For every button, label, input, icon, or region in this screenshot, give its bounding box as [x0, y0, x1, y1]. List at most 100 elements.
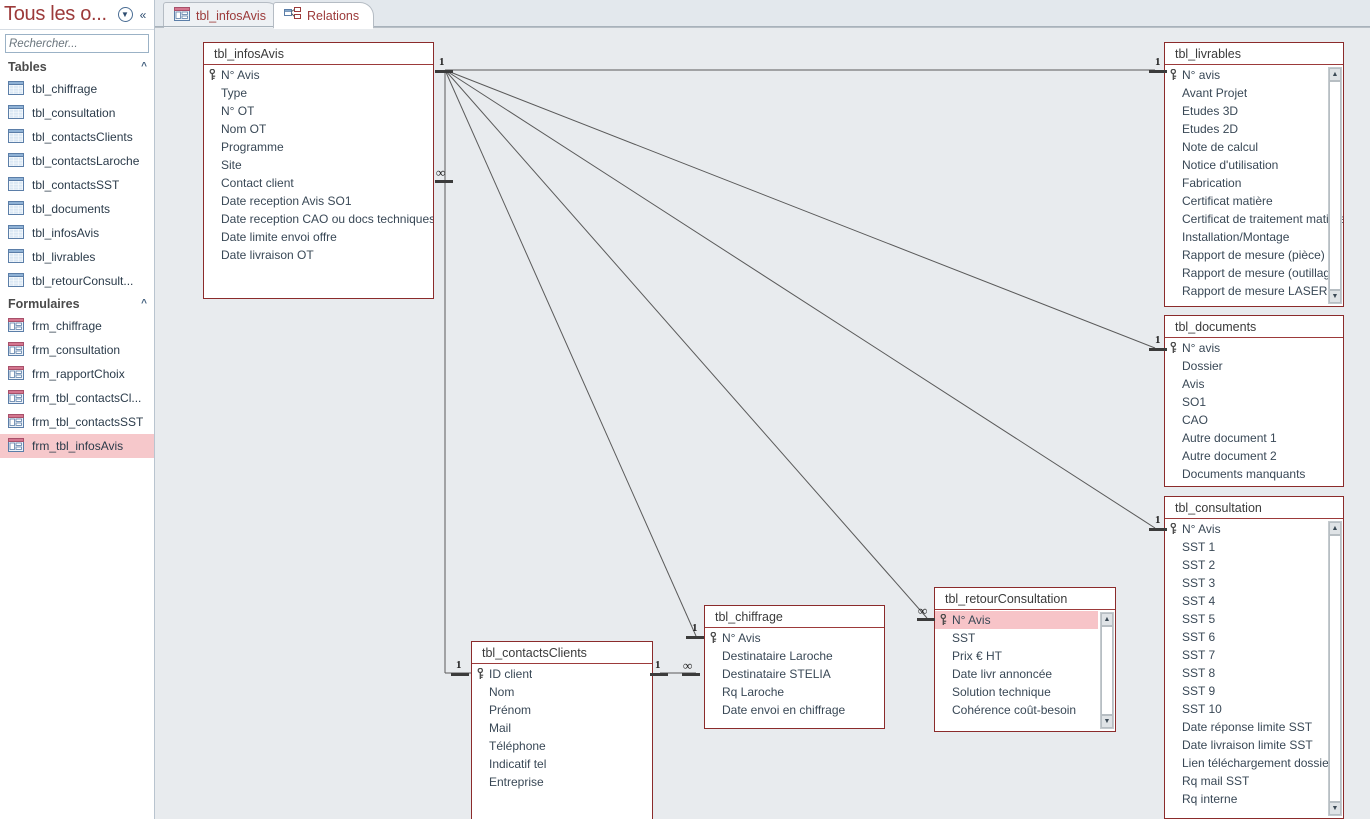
- field-row[interactable]: Certificat de traitement matière: [1165, 210, 1343, 228]
- scroll-down-icon[interactable]: ▼: [1101, 715, 1113, 728]
- nav-form-frm-consultation[interactable]: frm_consultation: [0, 338, 154, 362]
- nav-table-tbl-livrables[interactable]: tbl_livrables: [0, 245, 154, 269]
- scrollbar-track[interactable]: [1101, 626, 1113, 715]
- field-row[interactable]: SST: [935, 629, 1115, 647]
- field-row[interactable]: N° avis: [1165, 66, 1343, 84]
- field-row[interactable]: Site: [204, 156, 433, 174]
- table-box-scrollbar[interactable]: ▲ ▼: [1328, 521, 1342, 816]
- field-row[interactable]: Rq interne: [1165, 790, 1343, 808]
- relationship-line-infosAvis-consultation[interactable]: [444, 69, 1156, 529]
- relationships-canvas[interactable]: tbl_infosAvis N° Avis Type N° OT Nom OT Progr…: [155, 28, 1370, 819]
- field-row[interactable]: Certificat matière: [1165, 192, 1343, 210]
- field-row[interactable]: Date envoi en chiffrage: [705, 701, 884, 719]
- scrollbar-track[interactable]: [1329, 81, 1341, 290]
- field-row[interactable]: SST 7: [1165, 646, 1343, 664]
- field-row[interactable]: Dossier: [1165, 357, 1343, 375]
- field-row[interactable]: Date réponse limite SST: [1165, 718, 1343, 736]
- table-box-title[interactable]: tbl_contactsClients: [472, 642, 652, 664]
- field-row[interactable]: Cohérence coût-besoin: [935, 701, 1115, 719]
- field-row[interactable]: Notice d'utilisation: [1165, 156, 1343, 174]
- table-box-tbl_infosAvis[interactable]: tbl_infosAvis N° Avis Type N° OT Nom OT Progr…: [203, 42, 434, 299]
- field-row[interactable]: SST 8: [1165, 664, 1343, 682]
- table-box-title[interactable]: tbl_documents: [1165, 316, 1343, 338]
- table-box-tbl_consultation[interactable]: tbl_consultation N° Avis SST 1 SST 2 SST 3 SS…: [1164, 496, 1344, 819]
- tab-relations[interactable]: Relations: [273, 2, 375, 29]
- table-box-title[interactable]: tbl_retourConsultation: [935, 588, 1115, 610]
- field-row[interactable]: SST 9: [1165, 682, 1343, 700]
- table-box-scrollbar[interactable]: ▲ ▼: [1328, 67, 1342, 304]
- scroll-down-icon[interactable]: ▼: [1329, 290, 1341, 303]
- field-row[interactable]: N° Avis: [1165, 520, 1343, 538]
- scroll-up-icon[interactable]: ▲: [1101, 613, 1113, 626]
- table-box-scrollbar[interactable]: ▲ ▼: [1100, 612, 1114, 729]
- tab-tbl-infosavis[interactable]: tbl_infosAvis: [163, 2, 281, 28]
- scrollbar-thumb[interactable]: [1329, 81, 1341, 290]
- field-row[interactable]: Nom: [472, 683, 652, 701]
- table-box-title[interactable]: tbl_chiffrage: [705, 606, 884, 628]
- field-row[interactable]: ID client: [472, 665, 652, 683]
- nav-form-frm-chiffrage[interactable]: frm_chiffrage: [0, 314, 154, 338]
- nav-form-frm-tbl-contactssst[interactable]: frm_tbl_contactsSST: [0, 410, 154, 434]
- field-row[interactable]: Date reception CAO ou docs techniques: [204, 210, 433, 228]
- nav-form-frm-tbl-contactscl-[interactable]: frm_tbl_contactsCl...: [0, 386, 154, 410]
- field-row[interactable]: SST 2: [1165, 556, 1343, 574]
- table-box-tbl_retourConsultation[interactable]: tbl_retourConsultation N° Avis SST Prix € H…: [934, 587, 1116, 732]
- table-box-title[interactable]: tbl_livrables: [1165, 43, 1343, 65]
- field-row[interactable]: Fabrication: [1165, 174, 1343, 192]
- field-row[interactable]: Autre document 2: [1165, 447, 1343, 465]
- field-row[interactable]: Date livraison limite SST: [1165, 736, 1343, 754]
- nav-form-frm-rapportchoix[interactable]: frm_rapportChoix: [0, 362, 154, 386]
- field-row[interactable]: Rapport de mesure (pièce): [1165, 246, 1343, 264]
- field-row[interactable]: Rq mail SST: [1165, 772, 1343, 790]
- chevron-down-circle-icon[interactable]: ▼: [116, 6, 134, 24]
- field-row[interactable]: SST 6: [1165, 628, 1343, 646]
- scrollbar-thumb[interactable]: [1329, 535, 1341, 802]
- nav-table-tbl-infosavis[interactable]: tbl_infosAvis: [0, 221, 154, 245]
- field-row[interactable]: SO1: [1165, 393, 1343, 411]
- field-row[interactable]: SST 10: [1165, 700, 1343, 718]
- field-row[interactable]: Lien téléchargement dossier: [1165, 754, 1343, 772]
- field-row[interactable]: Date livraison OT: [204, 246, 433, 264]
- table-box-tbl_documents[interactable]: tbl_documents N° avis Dossier Avis SO1 CAO Aut…: [1164, 315, 1344, 487]
- field-row[interactable]: Documents manquants: [1165, 465, 1343, 483]
- chevron-up-icon[interactable]: ^: [141, 298, 147, 309]
- field-row[interactable]: Avis: [1165, 375, 1343, 393]
- search-input[interactable]: [6, 35, 167, 52]
- field-row[interactable]: Destinataire STELIA: [705, 665, 884, 683]
- scrollbar-thumb[interactable]: [1101, 626, 1113, 715]
- double-chevron-left-icon[interactable]: «: [134, 6, 152, 24]
- scroll-up-icon[interactable]: ▲: [1329, 522, 1341, 535]
- field-row[interactable]: Date reception Avis SO1: [204, 192, 433, 210]
- field-row[interactable]: Installation/Montage: [1165, 228, 1343, 246]
- nav-table-tbl-contactslaroche[interactable]: tbl_contactsLaroche: [0, 149, 154, 173]
- field-row[interactable]: Contact client: [204, 174, 433, 192]
- scrollbar-track[interactable]: [1329, 535, 1341, 802]
- field-row[interactable]: N° OT: [204, 102, 433, 120]
- table-box-tbl_contactsClients[interactable]: tbl_contactsClients ID client Nom Prénom Mai…: [471, 641, 653, 819]
- field-row[interactable]: Autre document 1: [1165, 429, 1343, 447]
- field-row[interactable]: Nom OT: [204, 120, 433, 138]
- field-row[interactable]: Prix € HT: [935, 647, 1115, 665]
- nav-form-frm-tbl-infosavis[interactable]: frm_tbl_infosAvis: [0, 434, 154, 458]
- field-row[interactable]: N° avis: [1165, 339, 1343, 357]
- field-row[interactable]: Destinataire Laroche: [705, 647, 884, 665]
- nav-table-tbl-contactsclients[interactable]: tbl_contactsClients: [0, 125, 154, 149]
- field-row[interactable]: Téléphone: [472, 737, 652, 755]
- field-row[interactable]: Date livr annoncée: [935, 665, 1115, 683]
- table-box-title[interactable]: tbl_infosAvis: [204, 43, 433, 65]
- scroll-up-icon[interactable]: ▲: [1329, 68, 1341, 81]
- relationship-line-infosAvis-chiffrage[interactable]: [444, 69, 697, 637]
- field-row[interactable]: SST 4: [1165, 592, 1343, 610]
- search-box[interactable]: [5, 34, 180, 53]
- table-box-title[interactable]: tbl_consultation: [1165, 497, 1343, 519]
- nav-group-header-forms[interactable]: Formulaires ^: [0, 293, 154, 314]
- nav-table-tbl-chiffrage[interactable]: tbl_chiffrage: [0, 77, 154, 101]
- field-row[interactable]: Etudes 2D: [1165, 120, 1343, 138]
- field-row[interactable]: N° Avis: [935, 611, 1098, 629]
- field-row[interactable]: N° Avis: [204, 66, 433, 84]
- field-row[interactable]: Avant Projet: [1165, 84, 1343, 102]
- scroll-down-icon[interactable]: ▼: [1329, 802, 1341, 815]
- field-row[interactable]: Rapport de mesure LASER: [1165, 282, 1343, 300]
- field-row[interactable]: SST 1: [1165, 538, 1343, 556]
- field-row[interactable]: Solution technique: [935, 683, 1115, 701]
